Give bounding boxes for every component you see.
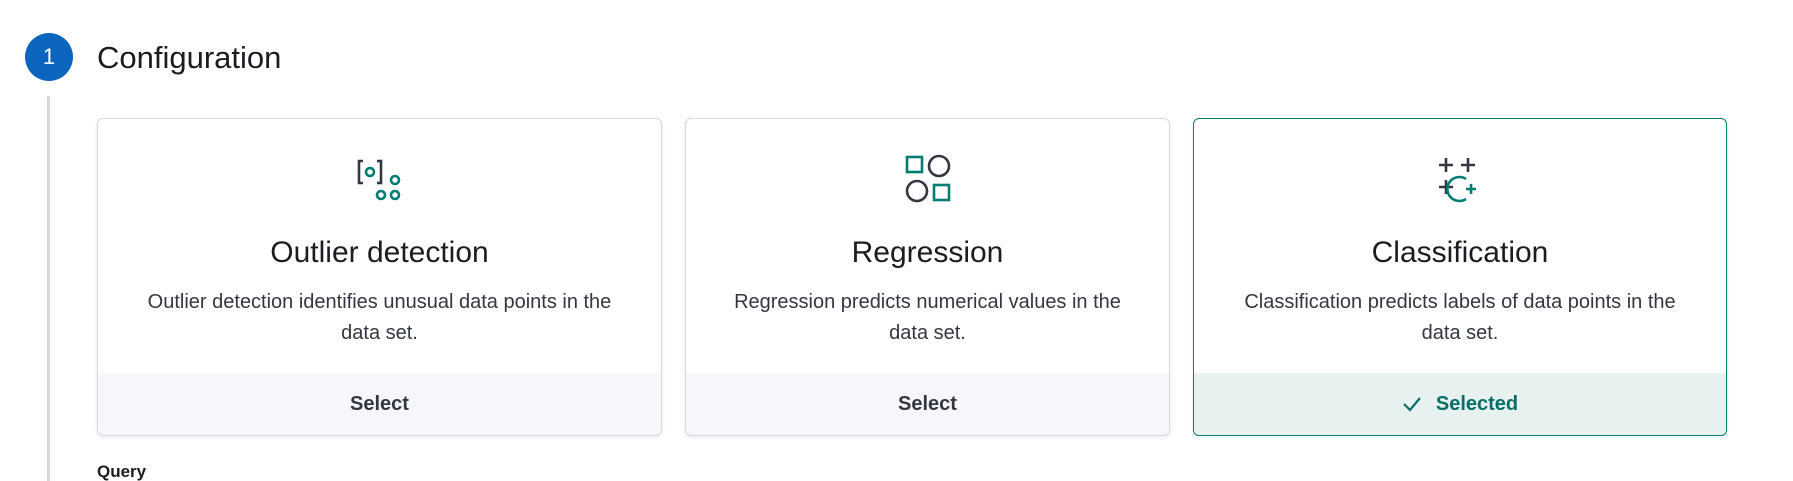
select-button[interactable]: Select xyxy=(98,373,661,435)
select-button-label: Select xyxy=(898,392,957,415)
configuration-step: 1 Configuration Outlier detection Outlie… xyxy=(0,0,1793,481)
step-title: Configuration xyxy=(97,40,282,75)
select-button[interactable]: Select xyxy=(686,373,1169,435)
classification-icon xyxy=(1439,158,1476,203)
step-number-badge: 1 xyxy=(25,33,73,81)
card-description: Classification predicts labels of data p… xyxy=(1244,291,1676,344)
outlier-detection-icon xyxy=(357,159,400,201)
card-title: Outlier detection xyxy=(270,236,489,269)
query-label: Query xyxy=(97,462,147,481)
card-regression[interactable]: Regression Regression predicts numerical… xyxy=(685,118,1170,436)
selected-button[interactable]: Selected xyxy=(1194,373,1726,435)
card-title: Classification xyxy=(1371,236,1549,269)
card-description: Regression predicts numerical values in … xyxy=(734,291,1121,344)
select-button-label: Select xyxy=(350,392,409,415)
selected-button-label: Selected xyxy=(1435,392,1519,415)
regression-icon xyxy=(905,154,950,203)
step-connector-line xyxy=(47,96,50,481)
card-title: Regression xyxy=(851,236,1004,269)
check-icon xyxy=(1403,397,1421,412)
card-classification[interactable]: Classification Classification predicts l… xyxy=(1193,118,1727,436)
step-number: 1 xyxy=(42,44,56,69)
card-description: Outlier detection identifies unusual dat… xyxy=(147,291,612,344)
card-outlier-detection[interactable]: Outlier detection Outlier detection iden… xyxy=(97,118,662,436)
